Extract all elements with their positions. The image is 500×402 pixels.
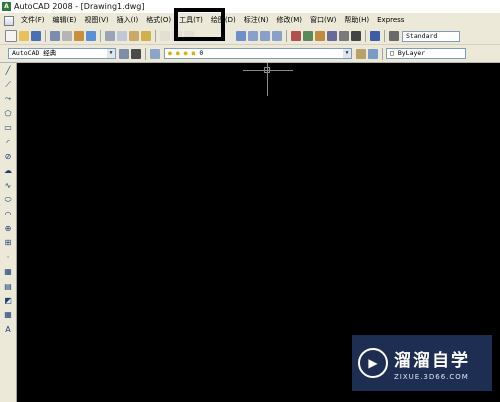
layer-value: 0 [199, 49, 204, 57]
help-icon[interactable] [370, 31, 380, 41]
chevron-down-icon[interactable]: ▼ [107, 49, 115, 58]
match-properties-icon[interactable] [141, 31, 151, 41]
watermark-subtitle: ZIXUE.3D66.COM [394, 372, 469, 381]
layer-previous-icon[interactable] [368, 48, 378, 59]
color-select[interactable]: □ ByLayer [386, 48, 466, 59]
separator [100, 30, 101, 42]
play-icon: ▶ [358, 348, 388, 378]
autocad-app-icon: A [2, 2, 11, 11]
color-value: ByLayer [397, 49, 426, 57]
publish-icon[interactable] [74, 31, 84, 41]
zoom-realtime-icon[interactable] [248, 31, 258, 41]
separator [365, 30, 366, 42]
workspace-settings-icon[interactable] [119, 48, 129, 59]
zoom-previous-icon[interactable] [272, 31, 282, 41]
design-center-icon[interactable] [303, 31, 313, 41]
separator [145, 47, 146, 60]
watermark-title: 溜溜自学 [394, 350, 470, 371]
insert-block-icon[interactable]: ⊕ [0, 221, 16, 235]
construction-line-icon[interactable]: ⟋ [0, 77, 16, 91]
pan-icon[interactable] [236, 31, 246, 41]
ellipse-icon[interactable]: ⬭ [0, 193, 16, 207]
chevron-down-icon[interactable]: ▼ [343, 49, 351, 58]
menu-edit[interactable]: 编辑(E) [49, 13, 81, 28]
arc-icon[interactable]: ◜ [0, 135, 16, 149]
rectangle-icon[interactable]: ▭ [0, 121, 16, 135]
menu-window[interactable]: 窗口(W) [306, 13, 340, 28]
spline-icon[interactable]: ∿ [0, 178, 16, 192]
text-style-select[interactable]: Standard [402, 30, 460, 42]
menu-bar: 文件(F) 编辑(E) 视图(V) 插入(I) 格式(O) 工具(T) 绘图(D… [0, 13, 500, 29]
layer-select[interactable]: ● ● ● ◼ 0 ▼ [164, 48, 352, 59]
separator [382, 47, 383, 60]
polyline-icon[interactable]: ⤳ [0, 92, 16, 106]
separator [384, 30, 385, 42]
plot-preview-icon[interactable] [62, 31, 72, 41]
new-icon[interactable] [5, 30, 17, 42]
region-icon[interactable]: ◩ [0, 293, 16, 307]
zoom-window-icon[interactable] [260, 31, 270, 41]
multiline-text-icon[interactable]: A [0, 322, 16, 336]
standard-toolbar: Standard [0, 28, 500, 44]
document-icon[interactable] [4, 15, 14, 26]
make-block-icon[interactable]: ⊞ [0, 236, 16, 250]
copy-icon[interactable] [117, 31, 127, 41]
revision-cloud-icon[interactable]: ☁ [0, 164, 16, 178]
menu-tools[interactable]: 工具(T) [175, 13, 207, 28]
layers-toolbar: AutoCAD 经典 ▼ ● ● ● ◼ 0 ▼ □ ByLayer [0, 45, 500, 63]
menu-view[interactable]: 视图(V) [80, 13, 112, 28]
workspace-value: AutoCAD 经典 [12, 49, 57, 57]
menu-draw[interactable]: 绘图(D) [207, 13, 240, 28]
3d-dwf-icon[interactable] [86, 31, 96, 41]
print-icon[interactable] [50, 31, 60, 41]
menu-insert[interactable]: 插入(I) [113, 13, 143, 28]
menu-file[interactable]: 文件(F) [17, 13, 49, 28]
watermark: ▶ 溜溜自学 ZIXUE.3D66.COM [352, 335, 492, 391]
menu-format[interactable]: 格式(O) [142, 13, 175, 28]
menu-modify[interactable]: 修改(M) [272, 13, 306, 28]
separator [155, 30, 156, 42]
block-editor-icon[interactable] [160, 31, 170, 41]
color-swatch-icon: □ [390, 49, 398, 57]
gradient-icon[interactable]: ▤ [0, 279, 16, 293]
menu-dimension[interactable]: 标注(N) [240, 13, 273, 28]
workspace-save-icon[interactable] [131, 48, 141, 59]
redo-icon[interactable] [184, 31, 194, 41]
sheet-set-icon[interactable] [327, 31, 337, 41]
open-icon[interactable] [19, 31, 29, 41]
point-icon[interactable]: · [0, 250, 16, 264]
window-title: AutoCAD 2008 - [Drawing1.dwg] [14, 2, 145, 11]
separator [286, 30, 287, 42]
workspace-select[interactable]: AutoCAD 经典 ▼ [8, 48, 116, 59]
menu-help[interactable]: 帮助(H) [340, 13, 373, 28]
lightbulb-icon: ● ● ● ◼ [168, 49, 200, 57]
drawing-area[interactable]: ▶ 溜溜自学 ZIXUE.3D66.COM [17, 63, 500, 402]
save-icon[interactable] [31, 31, 41, 41]
hatch-icon[interactable]: ▦ [0, 264, 16, 278]
cut-icon[interactable] [105, 31, 115, 41]
separator [45, 30, 46, 42]
draw-toolbar: ╱ ⟋ ⤳ ⬠ ▭ ◜ ⊘ ☁ ∿ ⬭ ◠ ⊕ ⊞ · ▦ ▤ ◩ ▦ A [0, 63, 17, 402]
text-style-icon[interactable] [389, 31, 399, 41]
table-icon[interactable]: ▦ [0, 308, 16, 322]
crosshair-pickbox [264, 67, 270, 73]
menu-express[interactable]: Express [373, 13, 408, 28]
paste-icon[interactable] [129, 31, 139, 41]
quickcalc-icon[interactable] [351, 31, 361, 41]
layer-properties-icon[interactable] [150, 48, 160, 59]
ellipse-arc-icon[interactable]: ◠ [0, 207, 16, 221]
make-object-layer-current-icon[interactable] [356, 48, 366, 59]
polygon-icon[interactable]: ⬠ [0, 106, 16, 120]
text-style-value: Standard [406, 31, 438, 40]
undo-icon[interactable] [172, 31, 182, 41]
tool-palettes-icon[interactable] [315, 31, 325, 41]
line-icon[interactable]: ╱ [0, 63, 16, 77]
title-bar: A AutoCAD 2008 - [Drawing1.dwg] [0, 0, 500, 13]
circle-icon[interactable]: ⊘ [0, 149, 16, 163]
markup-icon[interactable] [339, 31, 349, 41]
properties-icon[interactable] [291, 31, 301, 41]
